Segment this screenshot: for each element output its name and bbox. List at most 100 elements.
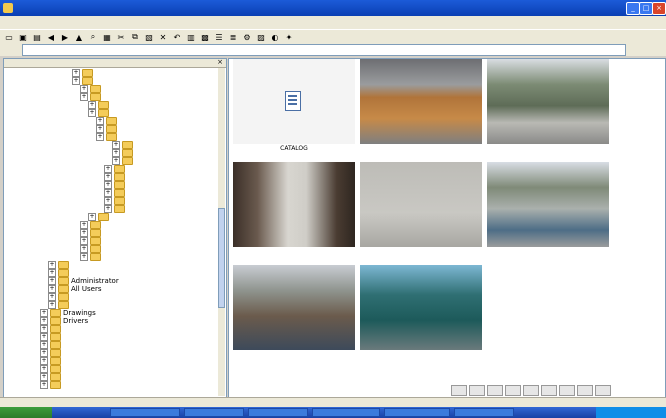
thumbnail-image-8[interactable] (360, 265, 482, 350)
tree-item[interactable]: + Drawings (40, 309, 96, 317)
pager-button[interactable] (487, 385, 503, 396)
expand-icon[interactable]: + (104, 189, 112, 197)
tree-item[interactable]: + (40, 325, 63, 333)
thumbnail-image-1[interactable] (233, 59, 355, 144)
pager-button[interactable] (595, 385, 611, 396)
expand-icon[interactable]: + (104, 205, 112, 213)
pager-button[interactable] (541, 385, 557, 396)
taskbar-item[interactable] (384, 408, 450, 417)
list-icon[interactable]: ☰ (214, 32, 224, 42)
tree-item[interactable]: + (88, 101, 111, 109)
tree-item[interactable]: + Drivers (40, 317, 88, 325)
thumbnail-6[interactable] (485, 162, 611, 254)
expand-icon[interactable]: + (88, 213, 96, 221)
tree-item[interactable]: + (40, 365, 63, 373)
tree-item[interactable]: + (80, 245, 103, 253)
tree-item[interactable]: + (112, 149, 135, 157)
address-input[interactable] (22, 44, 626, 56)
tree-item[interactable]: + (104, 181, 127, 189)
tree-item[interactable]: + (80, 253, 103, 261)
expand-icon[interactable]: + (40, 357, 48, 365)
pager-button[interactable] (523, 385, 539, 396)
tree-item[interactable]: + (40, 357, 63, 365)
expand-icon[interactable]: + (48, 301, 56, 309)
thumbnail-image-3[interactable] (487, 59, 609, 144)
menu-view[interactable] (60, 16, 90, 29)
expand-icon[interactable]: + (48, 261, 56, 269)
tree-item[interactable]: + (112, 157, 135, 165)
tree-item[interactable]: + (48, 293, 71, 301)
back-icon[interactable]: ◀ (46, 32, 56, 42)
tree-item[interactable]: + (104, 205, 127, 213)
expand-icon[interactable]: + (96, 125, 104, 133)
expand-icon[interactable]: + (40, 381, 48, 389)
tree-item[interactable]: + (48, 261, 71, 269)
tree-item[interactable]: + (80, 221, 103, 229)
image-icon[interactable]: ▨ (256, 32, 266, 42)
thumbnail-image-4[interactable] (233, 162, 355, 247)
delete-icon[interactable]: ✕ (158, 32, 168, 42)
up-icon[interactable]: ▲ (74, 32, 84, 42)
expand-icon[interactable]: + (104, 181, 112, 189)
thumbnail-5[interactable] (358, 162, 484, 254)
tree-item[interactable]: + (80, 229, 103, 237)
menu-file[interactable] (0, 16, 30, 29)
tree-item[interactable]: + (40, 381, 63, 389)
close-button[interactable]: × (652, 2, 666, 15)
folders-icon[interactable]: ▦ (102, 32, 112, 42)
tree-item[interactable]: + (88, 109, 111, 117)
thumbnail-3[interactable] (485, 59, 611, 151)
tree-item[interactable]: + (88, 213, 111, 221)
menu-options[interactable] (120, 16, 150, 29)
expand-icon[interactable]: + (48, 269, 56, 277)
tree-item[interactable]: + (96, 133, 119, 141)
expand-icon[interactable]: + (104, 173, 112, 181)
expand-icon[interactable]: + (48, 277, 56, 285)
expand-icon[interactable]: + (80, 85, 88, 93)
expand-icon[interactable]: + (112, 157, 120, 165)
paste-icon[interactable]: ▧ (144, 32, 154, 42)
open-icon[interactable]: ▣ (18, 32, 28, 42)
taskbar-item[interactable] (248, 408, 308, 417)
thumbnail-2[interactable] (358, 59, 484, 151)
expand-icon[interactable]: + (72, 77, 80, 85)
minimize-button[interactable]: _ (626, 2, 640, 15)
pager-button[interactable] (559, 385, 575, 396)
expand-icon[interactable]: + (80, 229, 88, 237)
tree-item[interactable]: + (72, 69, 95, 77)
tree-item[interactable]: + (80, 85, 103, 93)
tree-item[interactable]: + All Users (48, 285, 102, 293)
tools-icon[interactable]: ⚙ (242, 32, 252, 42)
new-icon[interactable]: ▭ (4, 32, 14, 42)
tree-item[interactable]: + (40, 373, 63, 381)
expand-icon[interactable]: + (72, 69, 80, 77)
pager-button[interactable] (577, 385, 593, 396)
tree-item[interactable]: + (104, 189, 127, 197)
details-icon[interactable]: ≣ (228, 32, 238, 42)
expand-icon[interactable]: + (40, 349, 48, 357)
expand-icon[interactable]: + (80, 237, 88, 245)
tree-item[interactable]: + (80, 237, 103, 245)
expand-icon[interactable]: + (88, 109, 96, 117)
save-icon[interactable]: ▤ (32, 32, 42, 42)
tree-item[interactable]: + (80, 93, 103, 101)
expand-icon[interactable]: + (40, 373, 48, 381)
pager-button[interactable] (505, 385, 521, 396)
taskbar-item[interactable] (454, 408, 514, 417)
forward-icon[interactable]: ▶ (60, 32, 70, 42)
expand-icon[interactable]: + (48, 285, 56, 293)
tree-item[interactable]: + (40, 349, 63, 357)
tree-scrollbar[interactable] (218, 68, 225, 396)
tree-item[interactable]: + (40, 333, 63, 341)
thumbnail-icon[interactable]: ▩ (200, 32, 210, 42)
tree-item[interactable]: + (40, 341, 63, 349)
tree-item[interactable]: + (72, 77, 95, 85)
thumbnail-1[interactable]: CATALOG (231, 59, 357, 152)
tree-item[interactable]: + (104, 173, 127, 181)
thumbnail-image-5[interactable] (360, 162, 482, 247)
taskbar-item[interactable] (110, 408, 180, 417)
expand-icon[interactable]: + (80, 221, 88, 229)
expand-icon[interactable]: + (40, 365, 48, 373)
pager-button[interactable] (451, 385, 467, 396)
views-icon[interactable]: ▥ (186, 32, 196, 42)
